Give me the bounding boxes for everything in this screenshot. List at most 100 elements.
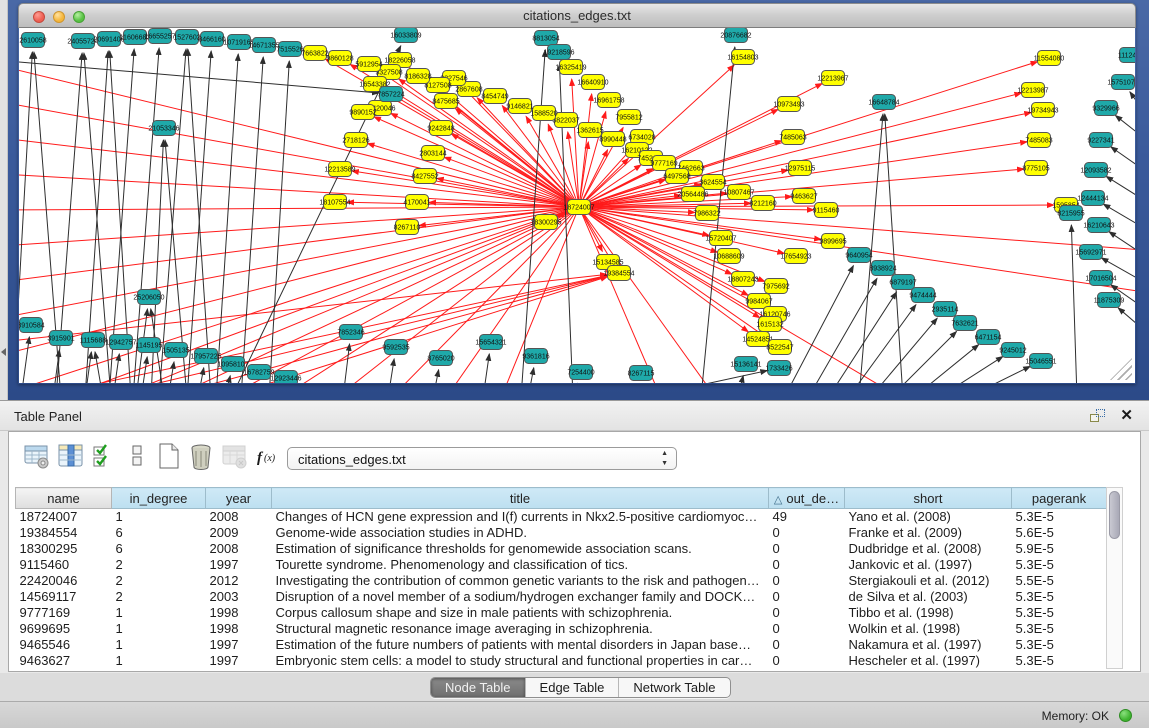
table-cell[interactable]: Tibbo et al. (1998)	[845, 605, 1012, 621]
row-merge-icon[interactable]	[123, 442, 151, 470]
table-cell[interactable]: de Silva et al. (2003)	[845, 589, 1012, 605]
table-cell[interactable]: 9465546	[16, 637, 112, 653]
graph-edge[interactable]	[110, 51, 131, 383]
table-cell[interactable]: 18724007	[16, 509, 112, 525]
graph-edge[interactable]	[1115, 115, 1135, 138]
table-cell[interactable]: Estimation of the future numbers of pati…	[272, 637, 769, 653]
table-cell[interactable]: 5.3E-5	[1012, 653, 1107, 669]
table-cell[interactable]: 0	[769, 525, 845, 541]
graph-edge[interactable]	[159, 49, 186, 383]
graph-edge[interactable]	[19, 138, 579, 207]
graph-edge[interactable]	[231, 46, 401, 383]
table-cell[interactable]: 2003	[206, 589, 272, 605]
column-header-short[interactable]: short	[845, 488, 1012, 509]
graph-edge[interactable]	[1106, 176, 1135, 200]
graph-edge[interactable]	[269, 61, 289, 383]
graph-edge[interactable]	[19, 62, 379, 93]
table-cell[interactable]: 6	[112, 525, 206, 541]
graph-edge[interactable]	[133, 48, 159, 383]
table-cell[interactable]: 2008	[206, 541, 272, 557]
graph-edge[interactable]	[1118, 308, 1135, 330]
column-header-year[interactable]: year	[206, 488, 272, 509]
column-header-out_de[interactable]: △out_de…	[769, 488, 845, 509]
table-cell[interactable]: 5.3E-5	[1012, 589, 1107, 605]
graph-edge[interactable]	[528, 368, 534, 383]
window-titlebar[interactable]: citations_edges.txt	[18, 3, 1136, 28]
table-cell[interactable]: 0	[769, 541, 845, 557]
table-cell[interactable]: 22420046	[16, 573, 112, 589]
table-cell[interactable]: Stergiakouli et al. (2012)	[845, 573, 1012, 589]
graph-edge[interactable]	[21, 337, 29, 383]
float-panel-icon[interactable]	[1090, 409, 1105, 422]
table-cell[interactable]: 2	[112, 573, 206, 589]
column-header-in_degree[interactable]: in_degree	[112, 488, 206, 509]
table-cell[interactable]: 0	[769, 637, 845, 653]
graph-edge[interactable]	[352, 171, 579, 207]
table-cell[interactable]: 2008	[206, 509, 272, 525]
graph-edge[interactable]	[19, 207, 579, 282]
memory-status-indicator[interactable]	[1119, 709, 1132, 722]
table-cell[interactable]: 5.6E-5	[1012, 525, 1107, 541]
table-cell[interactable]: 5.3E-5	[1012, 509, 1107, 525]
delete-rows-trash-icon[interactable]	[187, 442, 215, 470]
table-cell[interactable]: Hescheler et al. (1997)	[845, 653, 1012, 669]
tab-network-table[interactable]: Network Table	[619, 678, 729, 697]
function-builder-icon[interactable]: f (x)	[255, 442, 283, 470]
graph-edge[interactable]	[1130, 92, 1135, 112]
table-cell[interactable]: 5.3E-5	[1012, 605, 1107, 621]
graph-edge[interactable]	[1109, 232, 1135, 255]
table-cell[interactable]: Franke et al. (2009)	[845, 525, 1012, 541]
table-row[interactable]: 977716911998Corpus callosum shape and si…	[16, 605, 1107, 621]
graph-edge[interactable]	[141, 357, 147, 383]
graph-edge[interactable]	[828, 292, 896, 383]
graph-edge[interactable]	[19, 207, 579, 210]
table-cell[interactable]: Jankovic et al. (1997)	[845, 557, 1012, 573]
table-cell[interactable]: 2	[112, 557, 206, 573]
column-header-pagerank[interactable]: pagerank	[1012, 488, 1107, 509]
table-cell[interactable]: 1	[112, 637, 206, 653]
table-row[interactable]: 1456911722003Disruption of a novel membe…	[16, 589, 1107, 605]
table-cell[interactable]: 5.9E-5	[1012, 541, 1107, 557]
table-cell[interactable]: Yano et al. (2008)	[845, 509, 1012, 525]
graph-edge[interactable]	[572, 79, 579, 207]
graph-edge[interactable]	[388, 359, 394, 383]
table-cell[interactable]: 1	[112, 621, 206, 637]
table-settings-icon[interactable]	[23, 442, 51, 470]
close-panel-icon[interactable]: ✕	[1120, 406, 1133, 424]
table-cell[interactable]: Investigating the contribution of common…	[272, 573, 769, 589]
table-cell[interactable]: 1997	[206, 653, 272, 669]
table-cell[interactable]: 2	[112, 589, 206, 605]
graph-edge[interactable]	[870, 318, 937, 383]
table-cell[interactable]: 2009	[206, 525, 272, 541]
select-columns-icon[interactable]	[91, 442, 119, 470]
graph-edge[interactable]	[446, 207, 579, 383]
table-cell[interactable]: 1	[112, 509, 206, 525]
table-row[interactable]: 911546021997Tourette syndrome. Phenomeno…	[16, 557, 1107, 573]
graph-edge[interactable]	[848, 305, 916, 383]
table-cell[interactable]: 5.3E-5	[1012, 637, 1107, 653]
table-cell[interactable]: Disruption of a novel member of a sodium…	[272, 589, 769, 605]
graph-edge[interactable]	[966, 366, 1030, 383]
vertical-scrollbar[interactable]	[1106, 487, 1123, 669]
table-row[interactable]: 2242004622012Investigating the contribut…	[16, 573, 1107, 589]
table-cell[interactable]: 1997	[206, 637, 272, 653]
graph-edge[interactable]	[885, 114, 903, 383]
table-cell[interactable]: Structural magnetic resonance image aver…	[272, 621, 769, 637]
table-cell[interactable]: 5.3E-5	[1012, 621, 1107, 637]
table-cell[interactable]: 1998	[206, 621, 272, 637]
table-row[interactable]: 969969511998Structural magnetic resonanc…	[16, 621, 1107, 637]
column-header-name[interactable]: name	[16, 488, 112, 509]
table-cell[interactable]: 0	[769, 589, 845, 605]
table-cell[interactable]: 14569117	[16, 589, 112, 605]
table-cell[interactable]: Genome-wide association studies in ADHD.	[272, 525, 769, 541]
table-cell[interactable]: 0	[769, 573, 845, 589]
table-cell[interactable]: 1998	[206, 605, 272, 621]
table-cell[interactable]: 18300295	[16, 541, 112, 557]
table-cell[interactable]: 0	[769, 605, 845, 621]
table-cell[interactable]: 49	[769, 509, 845, 525]
graph-edge[interactable]	[433, 370, 439, 383]
table-row[interactable]: 946362711997Embryonic stem cells: a mode…	[16, 653, 1107, 669]
table-cell[interactable]: 1997	[206, 557, 272, 573]
collapse-panel-arrow-icon[interactable]	[1, 348, 6, 356]
table-cell[interactable]: 19384554	[16, 525, 112, 541]
